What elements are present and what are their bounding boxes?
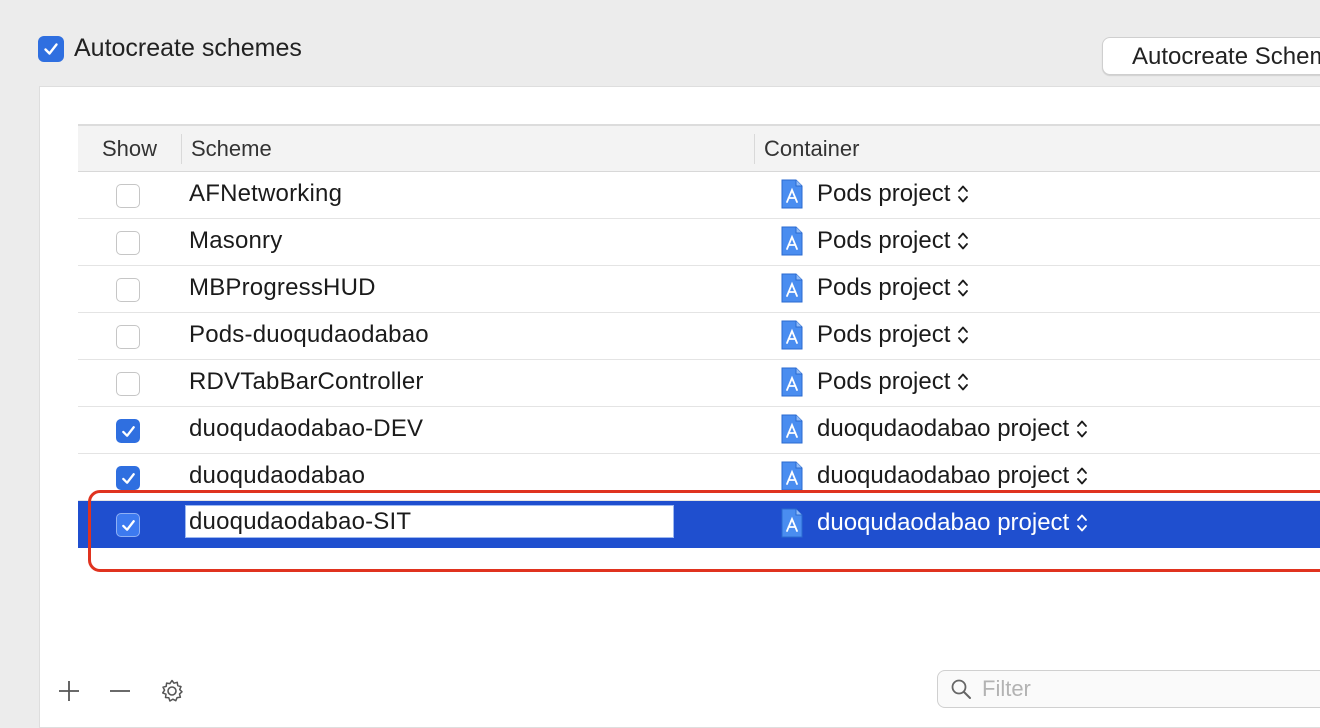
project-file-icon: [781, 273, 803, 303]
column-separator: [754, 134, 755, 164]
project-file-icon: [781, 414, 803, 444]
table-row[interactable]: duoqudaodabao project: [78, 501, 1320, 548]
container-label: Pods project: [817, 274, 951, 301]
container-label: Pods project: [817, 180, 951, 207]
container-popup[interactable]: duoqudaodabao project: [780, 461, 1089, 491]
search-icon: [951, 679, 971, 699]
table-row[interactable]: MBProgressHUD Pods project: [78, 266, 1320, 313]
container-label: Pods project: [817, 227, 951, 254]
chevron-up-down-icon: [1077, 467, 1088, 485]
scheme-name: RDVTabBarController: [189, 368, 424, 395]
project-file-icon: [781, 226, 803, 256]
autocreate-schemes-checkbox[interactable]: [38, 36, 64, 62]
container-popup[interactable]: Pods project: [780, 273, 970, 303]
column-separator: [181, 134, 182, 164]
column-header-scheme[interactable]: Scheme: [191, 136, 272, 162]
scheme-name: Pods-duoqudaodabao: [189, 321, 429, 348]
chevron-up-down-icon: [1077, 420, 1088, 438]
filter-input[interactable]: [980, 675, 1284, 703]
project-file-icon: [781, 320, 803, 350]
filter-field[interactable]: [937, 670, 1320, 708]
checkmark-icon: [121, 425, 135, 437]
show-checkbox[interactable]: [116, 325, 140, 349]
chevron-up-down-icon: [958, 279, 969, 297]
table-row[interactable]: Masonry Pods project: [78, 219, 1320, 266]
checkmark-icon: [44, 43, 58, 55]
show-checkbox[interactable]: [116, 466, 140, 490]
show-checkbox[interactable]: [116, 513, 140, 537]
container-popup[interactable]: duoqudaodabao project: [780, 414, 1089, 444]
container-label: Pods project: [817, 321, 951, 348]
chevron-up-down-icon: [958, 373, 969, 391]
scheme-name-input[interactable]: [185, 505, 674, 538]
show-checkbox[interactable]: [116, 231, 140, 255]
container-label: duoqudaodabao project: [817, 462, 1070, 489]
chevron-up-down-icon: [958, 326, 969, 344]
scheme-name: AFNetworking: [189, 180, 343, 207]
container-popup[interactable]: Pods project: [780, 367, 970, 397]
project-file-icon: [781, 367, 803, 397]
table-row[interactable]: Pods-duoqudaodabao Pods project: [78, 313, 1320, 360]
container-popup[interactable]: Pods project: [780, 226, 970, 256]
project-file-icon: [781, 461, 803, 491]
table-header: Show Scheme Container: [78, 124, 1320, 172]
column-header-container[interactable]: Container: [764, 136, 859, 162]
minus-icon: [110, 690, 130, 692]
schemes-table: Show Scheme Container AFNetworking Pods p…: [78, 124, 1320, 548]
chevron-up-down-icon: [1077, 514, 1088, 532]
scheme-name: duoqudaodabao: [189, 462, 366, 489]
container-popup[interactable]: duoqudaodabao project: [780, 508, 1089, 538]
scheme-name: Masonry: [189, 227, 283, 254]
checkmark-icon: [121, 472, 135, 484]
checkmark-icon: [121, 519, 135, 531]
show-checkbox[interactable]: [116, 278, 140, 302]
gear-icon: [161, 679, 183, 702]
remove-scheme-button[interactable]: [105, 676, 135, 706]
show-checkbox[interactable]: [116, 372, 140, 396]
container-label: duoqudaodabao project: [817, 509, 1070, 536]
plus-icon: [59, 681, 79, 701]
scheme-name: MBProgressHUD: [189, 274, 376, 301]
project-file-icon: [781, 179, 803, 209]
add-scheme-button[interactable]: [54, 676, 84, 706]
table-body: AFNetworking Pods project Masonry Pods proj…: [78, 172, 1320, 548]
autocreate-schemes-label: Autocreate schemes: [74, 34, 302, 62]
chevron-up-down-icon: [958, 232, 969, 250]
table-row[interactable]: RDVTabBarController Pods project: [78, 360, 1320, 407]
table-row[interactable]: duoqudaodabao duoqudaodabao project: [78, 454, 1320, 501]
container-popup[interactable]: Pods project: [780, 179, 970, 209]
table-row[interactable]: duoqudaodabao-DEV duoqudaodabao project: [78, 407, 1320, 454]
scheme-name: duoqudaodabao-DEV: [189, 415, 424, 442]
container-label: duoqudaodabao project: [817, 415, 1070, 442]
show-checkbox[interactable]: [116, 184, 140, 208]
table-row[interactable]: AFNetworking Pods project: [78, 172, 1320, 219]
column-header-show[interactable]: Show: [102, 136, 157, 162]
show-checkbox[interactable]: [116, 419, 140, 443]
settings-button[interactable]: [157, 676, 187, 706]
chevron-up-down-icon: [958, 185, 969, 203]
project-file-icon: [781, 508, 803, 538]
container-label: Pods project: [817, 368, 951, 395]
container-popup[interactable]: Pods project: [780, 320, 970, 350]
autocreate-schemes-now-button[interactable]: Autocreate Schemes Now: [1102, 37, 1320, 75]
